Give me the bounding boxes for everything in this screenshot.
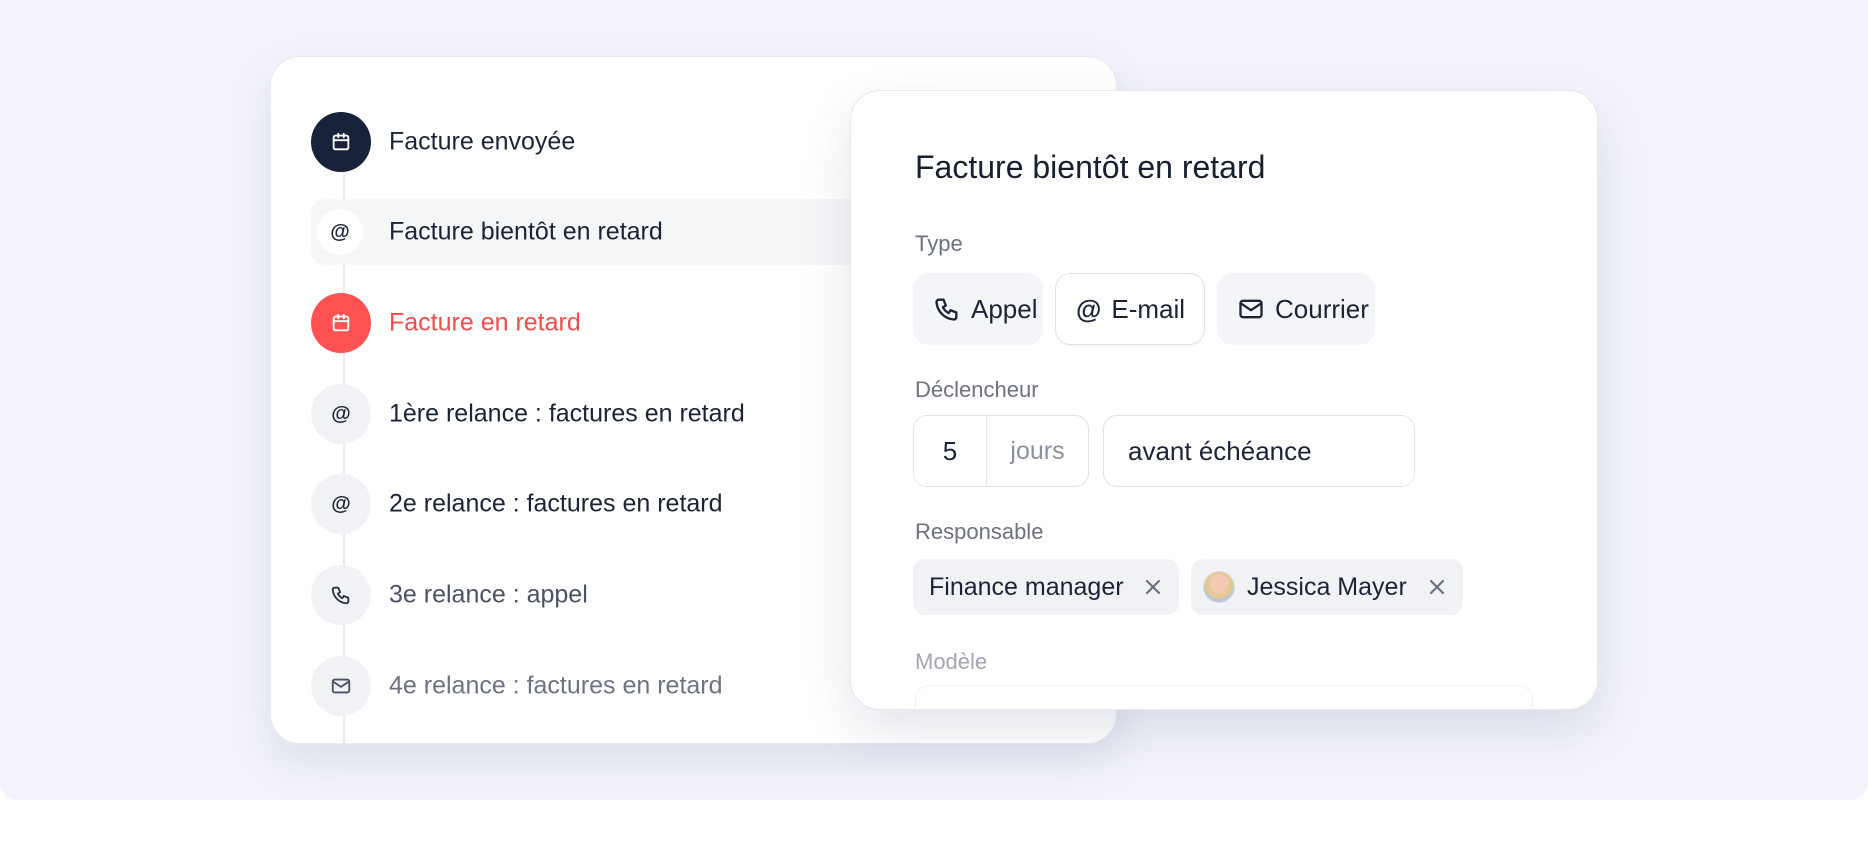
- timeline-step-label: 4e relance : factures en retard: [389, 671, 723, 700]
- panel-title: Facture bientôt en retard: [915, 149, 1266, 185]
- phone-icon: [933, 295, 961, 323]
- responsible-tag-label: Finance manager: [929, 572, 1124, 601]
- responsible-tag-jessica-mayer: Jessica Mayer: [1191, 559, 1463, 615]
- trigger-days-value[interactable]: 5: [914, 416, 987, 486]
- template-label: Modèle: [915, 649, 988, 674]
- at-icon: @: [317, 209, 363, 255]
- mail-icon: [311, 656, 371, 716]
- template-select[interactable]: [915, 685, 1533, 709]
- timeline-step-label: Facture envoyée: [389, 127, 576, 156]
- timeline-step-label: 2e relance : factures en retard: [389, 489, 723, 518]
- type-option-label: Appel: [971, 293, 1038, 324]
- phone-icon: [311, 565, 371, 625]
- at-icon: @: [311, 474, 371, 534]
- trigger-label: Déclencheur: [915, 377, 1039, 402]
- type-label: Type: [915, 231, 963, 256]
- trigger-unit-label: jours: [1010, 436, 1065, 465]
- type-option-label: Courrier: [1275, 293, 1369, 324]
- type-option-letter[interactable]: Courrier: [1217, 273, 1375, 345]
- step-detail-panel: Facture bientôt en retard Type Appel @ E…: [850, 90, 1598, 710]
- responsible-tag-label: Jessica Mayer: [1247, 572, 1407, 601]
- responsible-label: Responsable: [915, 519, 1044, 544]
- responsible-tag-finance-manager: Finance manager: [913, 559, 1179, 615]
- type-option-email[interactable]: @ E-mail: [1055, 273, 1205, 345]
- mail-icon: [1237, 295, 1265, 323]
- trigger-relation-select[interactable]: avant échéance: [1103, 415, 1415, 487]
- close-icon[interactable]: [1427, 577, 1447, 597]
- avatar: [1203, 571, 1235, 603]
- type-option-call[interactable]: Appel: [913, 273, 1043, 345]
- at-icon: @: [311, 384, 371, 444]
- calendar-icon: [311, 293, 371, 353]
- type-option-label: E-mail: [1111, 293, 1186, 324]
- calendar-icon: [311, 112, 371, 172]
- timeline-step-label: 3e relance : appel: [389, 580, 588, 609]
- timeline-step-label: 1ère relance : factures en retard: [389, 399, 745, 428]
- close-icon[interactable]: [1143, 577, 1163, 597]
- timeline-step-label: Facture en retard: [389, 308, 581, 337]
- at-icon: @: [1076, 293, 1102, 324]
- trigger-delay-input[interactable]: 5 jours: [913, 415, 1089, 487]
- trigger-relation-value: avant échéance: [1128, 435, 1312, 466]
- timeline-step-label: Facture bientôt en retard: [389, 217, 663, 246]
